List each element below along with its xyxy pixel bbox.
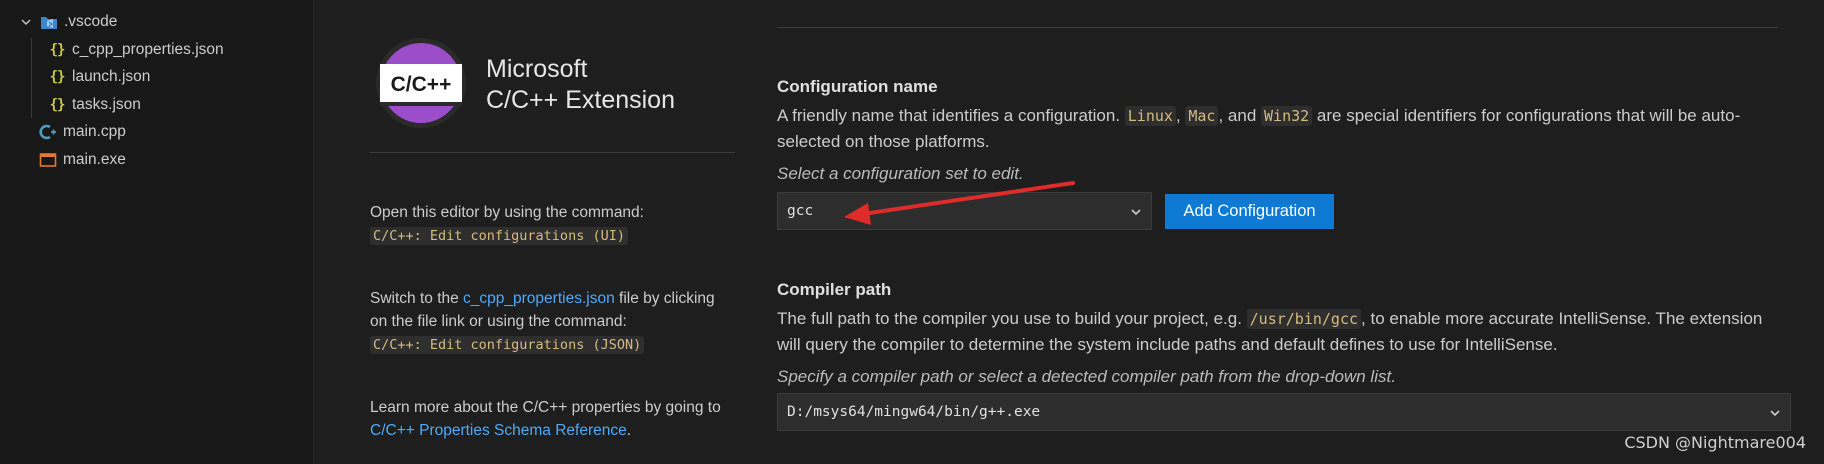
configuration-select-value: gcc [787, 203, 814, 219]
chevron-down-icon [20, 16, 32, 28]
tree-file-launch[interactable]: {} launch.json [48, 64, 151, 90]
extension-title: Microsoft C/C++ Extension [486, 54, 675, 116]
command-code: C/C++: Edit configurations (JSON) [370, 336, 645, 354]
extension-title-line1: Microsoft [486, 55, 588, 83]
json-icon: {} [49, 42, 66, 58]
code-win32: Win32 [1261, 106, 1313, 126]
indent-guide [31, 38, 32, 118]
json-icon: {} [49, 97, 66, 113]
info-text: . [626, 422, 632, 439]
tree-file-main-cpp[interactable]: main.cpp [39, 119, 126, 145]
code-mac: Mac [1185, 106, 1219, 126]
code-linux: Linux [1124, 106, 1176, 126]
desc-text: , and [1218, 106, 1262, 125]
cpp-extension-logo: C/C++ [376, 38, 466, 128]
configuration-select[interactable]: gcc [777, 192, 1152, 230]
compiler-path-title: Compiler path [777, 280, 892, 299]
tree-file-label: c_cpp_properties.json [72, 41, 224, 58]
tree-file-label: launch.json [72, 68, 151, 85]
info-learn-more: Learn more about the C/C++ properties by… [370, 396, 735, 442]
vscode-folder-icon [40, 13, 58, 31]
compiler-path-value: D:/msys64/mingw64/bin/g++.exe [787, 404, 1041, 420]
cpp-file-icon [39, 123, 57, 141]
code-usr-bin-gcc: /usr/bin/gcc [1246, 309, 1362, 329]
divider [370, 152, 735, 153]
exe-file-icon [39, 151, 57, 169]
tree-folder-label: .vscode [64, 13, 118, 30]
tree-file-label: tasks.json [72, 96, 141, 113]
command-code: C/C++: Edit configurations (UI) [370, 227, 628, 245]
info-text: Learn more about the C/C++ properties by… [370, 399, 721, 416]
extension-title-line2: C/C++ Extension [486, 86, 675, 114]
c-cpp-properties-link[interactable]: c_cpp_properties.json [463, 290, 615, 307]
info-switch-json: Switch to the c_cpp_properties.json file… [370, 287, 735, 357]
json-icon: {} [49, 69, 66, 85]
tree-file-tasks[interactable]: {} tasks.json [48, 92, 141, 118]
info-text: Switch to the [370, 290, 464, 307]
divider [777, 27, 1778, 28]
logo-text: C/C++ [391, 73, 452, 96]
info-open-editor: Open this editor by using the command: C… [370, 201, 735, 248]
config-name-description: A friendly name that identifies a config… [777, 103, 1777, 155]
compiler-path-select[interactable]: D:/msys64/mingw64/bin/g++.exe [777, 393, 1791, 431]
schema-reference-link[interactable]: C/C++ Properties Schema Reference [370, 422, 627, 439]
compiler-path-hint: Specify a compiler path or select a dete… [777, 367, 1396, 386]
explorer-sidebar: .vscode {} c_cpp_properties.json {} laun… [0, 0, 314, 464]
add-configuration-button[interactable]: Add Configuration [1165, 194, 1334, 229]
extension-info-panel: C/C++ Microsoft C/C++ Extension Open thi… [370, 0, 735, 464]
chevron-down-icon [1131, 209, 1141, 216]
config-name-title: Configuration name [777, 77, 938, 96]
config-select-hint: Select a configuration set to edit. [777, 164, 1024, 183]
configuration-panel: Configuration name A friendly name that … [777, 0, 1797, 464]
desc-text: , [1175, 106, 1186, 125]
tree-file-label: main.cpp [63, 123, 126, 140]
tree-folder-vscode[interactable]: .vscode [20, 9, 117, 35]
desc-text: A friendly name that identifies a config… [777, 106, 1125, 125]
watermark: CSDN @Nightmare004 [1624, 433, 1806, 452]
tree-file-main-exe[interactable]: main.exe [39, 147, 126, 173]
chevron-down-icon [1770, 410, 1780, 417]
compiler-path-description: The full path to the compiler you use to… [777, 306, 1777, 358]
info-text: Open this editor by using the command: [370, 204, 644, 221]
tree-file-c-cpp-properties[interactable]: {} c_cpp_properties.json [48, 37, 224, 63]
desc-text: The full path to the compiler you use to… [777, 309, 1247, 328]
tree-file-label: main.exe [63, 151, 126, 168]
